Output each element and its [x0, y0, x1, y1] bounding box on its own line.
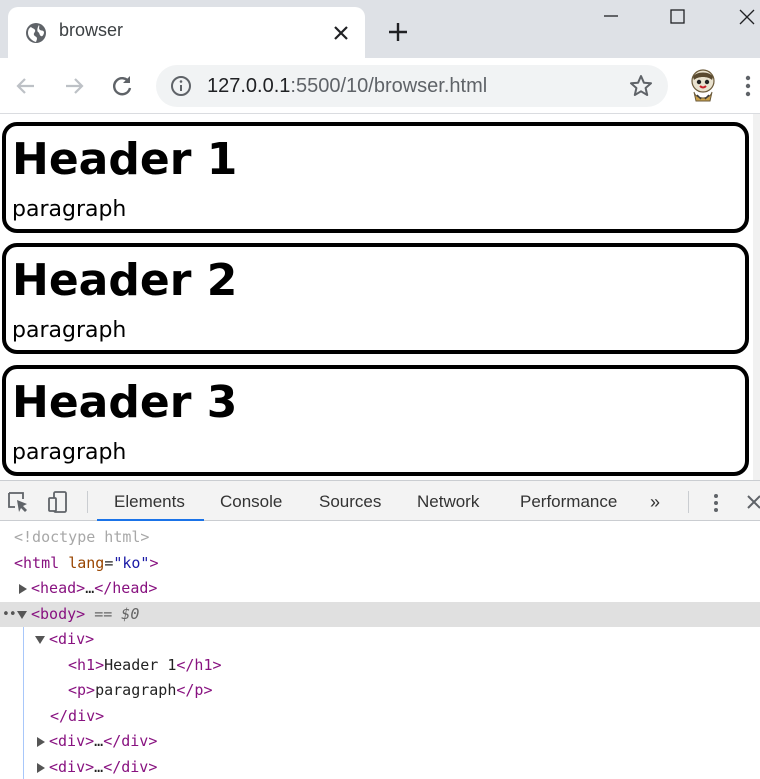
devtools-panel: Elements Console Sources Network Perform… — [0, 480, 760, 779]
selected-node-marker: == $0 — [94, 605, 140, 623]
div-close-tag: </div> — [103, 732, 158, 750]
p-close-tag: </p> — [176, 681, 213, 699]
tree-line-h1[interactable]: <h1>Header 1</h1> — [0, 653, 760, 678]
tree-line-html[interactable]: <html lang="ko"> — [0, 551, 760, 576]
html-node: <html lang="ko"> — [14, 551, 159, 576]
collapse-triangle-icon[interactable] — [35, 636, 45, 644]
expand-triangle-icon[interactable] — [37, 763, 45, 773]
minimize-icon[interactable] — [598, 8, 624, 28]
content-card: Header 1 paragraph — [2, 122, 749, 233]
div-ellipsis: … — [94, 758, 104, 776]
tab-network[interactable]: Network — [417, 492, 479, 512]
card-heading: Header 3 — [12, 377, 238, 428]
collapse-triangle-icon[interactable] — [17, 611, 27, 619]
doctype-node: <!doctype html> — [14, 528, 150, 546]
back-arrow-icon[interactable] — [12, 72, 40, 100]
tab-performance[interactable]: Performance — [520, 492, 617, 512]
close-tab-icon[interactable] — [330, 22, 352, 44]
toolbar-divider — [688, 491, 689, 513]
tab-title: browser — [59, 20, 124, 40]
ellipsis-menu-icon[interactable]: •• — [2, 602, 17, 627]
toolbar-divider — [87, 491, 88, 513]
card-paragraph: paragraph — [12, 318, 127, 343]
new-tab-plus-icon[interactable] — [386, 20, 410, 44]
head-close-tag: </head> — [94, 579, 158, 597]
tree-line-doctype[interactable]: <!doctype html> — [0, 525, 760, 550]
h1-open-tag: <h1> — [68, 656, 105, 674]
head-ellipsis: … — [85, 579, 95, 597]
tab-sources[interactable]: Sources — [319, 492, 381, 512]
head-open-tag: <head> — [31, 579, 86, 597]
globe-icon — [26, 23, 46, 43]
browser-toolbar: 127.0.0.1:5500/10/browser.html — [0, 58, 760, 114]
div-close-tag: </div> — [50, 707, 105, 725]
content-card: Header 2 paragraph — [2, 243, 749, 354]
inspect-element-icon[interactable] — [6, 490, 30, 514]
body-open-tag: <body> — [31, 605, 86, 623]
info-icon[interactable] — [170, 75, 192, 97]
h1-node: <h1>Header 1</h1> — [68, 653, 222, 678]
div-open-tag: <div> — [49, 758, 95, 776]
html-open-bracket: > — [149, 554, 159, 572]
address-bar[interactable]: 127.0.0.1:5500/10/browser.html — [156, 65, 668, 107]
body-node: <body> == $0 — [31, 602, 139, 627]
html-attr-value: "ko" — [113, 554, 150, 572]
html-open-tag: <html — [14, 554, 60, 572]
card-paragraph: paragraph — [12, 440, 127, 465]
div-close-tag: </div> — [103, 758, 158, 776]
tree-line-head[interactable]: <head>…</head> — [0, 576, 760, 601]
devtools-menu-icon[interactable] — [708, 491, 724, 515]
head-node: <head>…</head> — [31, 576, 157, 601]
tab-console[interactable]: Console — [220, 492, 282, 512]
h1-text: Header 1 — [104, 656, 177, 674]
tree-line-body-selected[interactable]: •• <body> == $0 — [0, 602, 760, 627]
window-close-icon[interactable] — [734, 4, 760, 30]
card-heading: Header 1 — [12, 134, 238, 185]
tab-strip: browser — [0, 0, 760, 58]
url-path: :5500/10/browser.html — [290, 75, 488, 97]
tree-line-div-close[interactable]: </div> — [0, 704, 760, 729]
profile-avatar[interactable] — [688, 68, 718, 102]
html-attr-eq: = — [104, 554, 114, 572]
devtools-close-icon[interactable] — [744, 492, 760, 512]
reload-icon[interactable] — [108, 72, 136, 100]
content-card: Header 3 paragraph — [2, 365, 749, 476]
card-heading: Header 2 — [12, 255, 238, 306]
div-node: <div>…</div> — [49, 729, 157, 754]
tree-line-p[interactable]: <p>paragraph</p> — [0, 678, 760, 703]
html-attr-name: lang — [68, 554, 105, 572]
page-viewport: Header 1 paragraph Header 2 paragraph He… — [0, 114, 760, 480]
div-node: <div>…</div> — [49, 755, 157, 779]
forward-arrow-icon[interactable] — [60, 72, 88, 100]
maximize-icon[interactable] — [666, 4, 690, 28]
expand-triangle-icon[interactable] — [37, 737, 45, 747]
browser-tab[interactable]: browser — [8, 7, 365, 58]
page-scrollbar[interactable] — [753, 114, 760, 480]
p-open-tag: <p> — [68, 681, 96, 699]
tab-elements[interactable]: Elements — [114, 492, 185, 512]
url-host: 127.0.0.1 — [207, 75, 291, 97]
browser-menu-icon[interactable] — [738, 72, 758, 100]
dom-tree: <!doctype html> <html lang="ko"> <head>…… — [0, 521, 760, 779]
div-open-tag: <div> — [49, 630, 95, 648]
h1-close-tag: </h1> — [176, 656, 222, 674]
url-text[interactable]: 127.0.0.1:5500/10/browser.html — [207, 75, 487, 98]
div-open-tag: <div> — [49, 732, 95, 750]
devtools-tab-bar: Elements Console Sources Network Perform… — [0, 480, 760, 521]
tree-line-div-3[interactable]: <div>…</div> — [0, 755, 760, 779]
div-ellipsis: … — [94, 732, 104, 750]
expand-triangle-icon[interactable] — [19, 584, 27, 594]
tree-line-div[interactable]: <div> — [0, 627, 760, 652]
bookmark-star-icon[interactable] — [628, 73, 654, 99]
p-node: <p>paragraph</p> — [68, 678, 213, 703]
more-tabs-icon[interactable]: » — [650, 492, 660, 513]
p-text: paragraph — [95, 681, 177, 699]
card-paragraph: paragraph — [12, 197, 127, 222]
tree-line-div-2[interactable]: <div>…</div> — [0, 729, 760, 754]
device-toolbar-icon[interactable] — [46, 490, 70, 514]
